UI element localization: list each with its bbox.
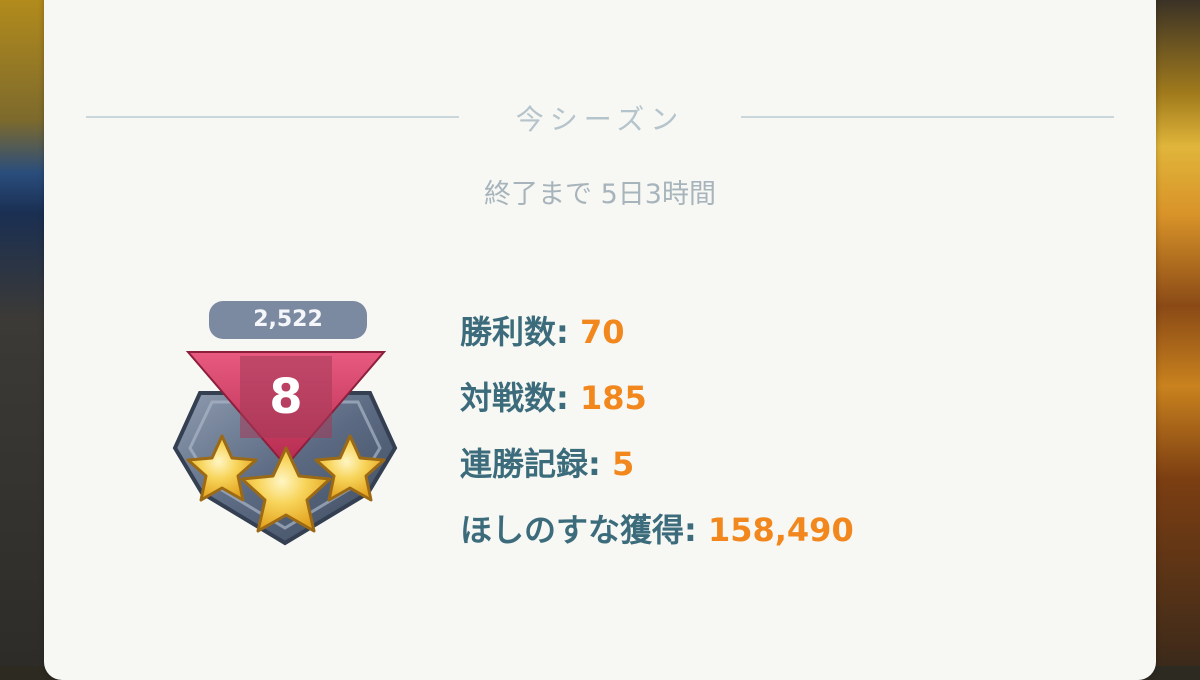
stat-wins: 勝利数: 70 [460, 308, 854, 374]
divider-left [86, 116, 459, 118]
season-title: 今シーズン [515, 103, 685, 136]
rank-number: 8 [269, 369, 303, 425]
stat-label: 勝利数: [460, 313, 569, 351]
stat-value: 70 [579, 313, 625, 351]
stat-value: 158,490 [707, 511, 854, 549]
season-remaining-time: 終了まで 5日3時間 [484, 179, 716, 210]
stat-battles: 対戦数: 185 [460, 374, 854, 440]
season-stats: 勝利数: 70 対戦数: 185 連勝記録: 5 ほしのすな獲得: 158,49… [460, 308, 854, 572]
stat-label: ほしのすな獲得: [460, 511, 697, 549]
stat-stardust: ほしのすな獲得: 158,490 [460, 506, 854, 572]
stat-label: 対戦数: [460, 379, 569, 417]
stat-win-streak: 連勝記録: 5 [460, 440, 854, 506]
divider-right [741, 116, 1114, 118]
stat-value: 5 [611, 445, 635, 483]
rating-pill: 2,522 [209, 301, 367, 339]
stat-value: 185 [579, 379, 647, 417]
stat-label: 連勝記録: [460, 445, 601, 483]
rank-badge: 2,522 8 [170, 298, 400, 548]
